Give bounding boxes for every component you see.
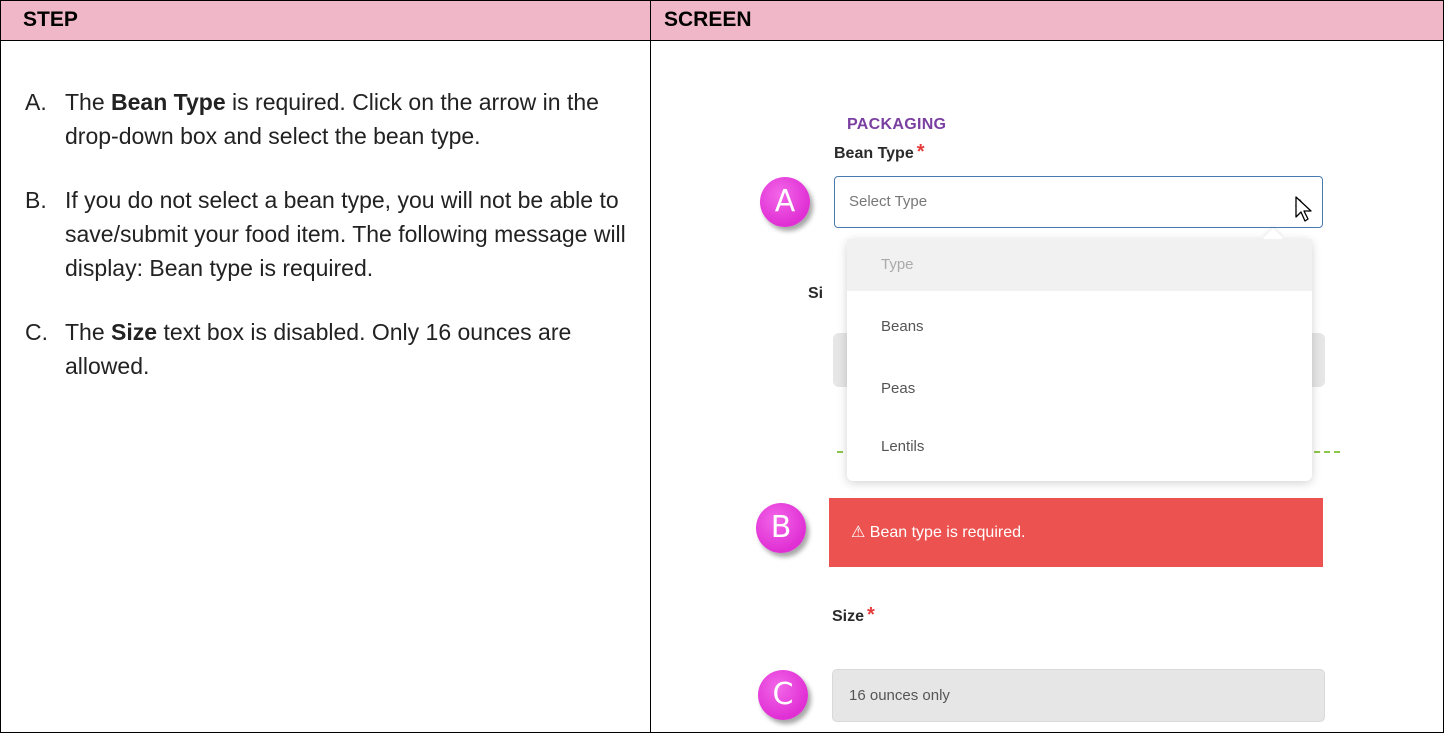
- section-title: PACKAGING: [847, 116, 947, 133]
- step-item-c: C. The Size text box is disabled. Only 1…: [25, 315, 635, 383]
- size-input-disabled: 16 ounces only: [832, 669, 1325, 722]
- callout-badge-c: C: [758, 670, 808, 720]
- required-mark: *: [867, 604, 875, 626]
- mouse-pointer-icon: [1295, 196, 1312, 222]
- step-text-pre: If you do not select a bean type, you wi…: [65, 187, 626, 281]
- step-item-b: B. If you do not select a bean type, you…: [25, 183, 635, 285]
- step-text-bold: Bean Type: [111, 89, 226, 115]
- bean-type-label-text: Bean Type: [834, 145, 914, 162]
- step-item-a: A. The Bean Type is required. Click on t…: [25, 85, 635, 153]
- dropdown-option-lentils[interactable]: Lentils: [847, 421, 1312, 473]
- step-column-header: STEP: [23, 8, 78, 31]
- column-divider: [650, 1, 651, 732]
- screen-column-header: SCREEN: [664, 8, 752, 31]
- dropdown-option-beans[interactable]: Beans: [847, 301, 1312, 353]
- table-header: STEP SCREEN: [1, 1, 1443, 41]
- step-list: A. The Bean Type is required. Click on t…: [25, 85, 635, 413]
- instruction-table: STEP SCREEN A. The Bean Type is required…: [0, 0, 1444, 733]
- required-mark: *: [916, 141, 925, 163]
- bean-type-select[interactable]: Select Type: [834, 176, 1323, 228]
- step-text-pre: The: [65, 319, 112, 345]
- step-text-bold: Size: [111, 319, 158, 345]
- size-label-partial: Si: [808, 285, 824, 302]
- callout-badge-a: A: [760, 177, 810, 227]
- error-alert: ⚠ Bean type is required.: [829, 498, 1323, 567]
- screen-panel: PACKAGING Bean Type * A Si Select Type Ty…: [652, 41, 1443, 732]
- callout-badge-b: B: [756, 503, 806, 553]
- size-label-text: Size: [832, 608, 865, 625]
- step-letter: B.: [25, 187, 47, 213]
- bean-type-dropdown: Type Beans Peas Lentils: [847, 228, 1312, 481]
- size-label: Size *: [832, 604, 875, 627]
- step-text-pre: The: [65, 89, 112, 115]
- step-letter: C.: [25, 319, 48, 345]
- step-letter: A.: [25, 89, 47, 115]
- select-placeholder: Select Type: [849, 193, 928, 210]
- bean-type-label: Bean Type *: [834, 141, 925, 164]
- size-value: 16 ounces only: [849, 687, 950, 704]
- dropdown-option-peas[interactable]: Peas: [847, 363, 1312, 415]
- dropdown-option-type: Type: [847, 239, 1312, 291]
